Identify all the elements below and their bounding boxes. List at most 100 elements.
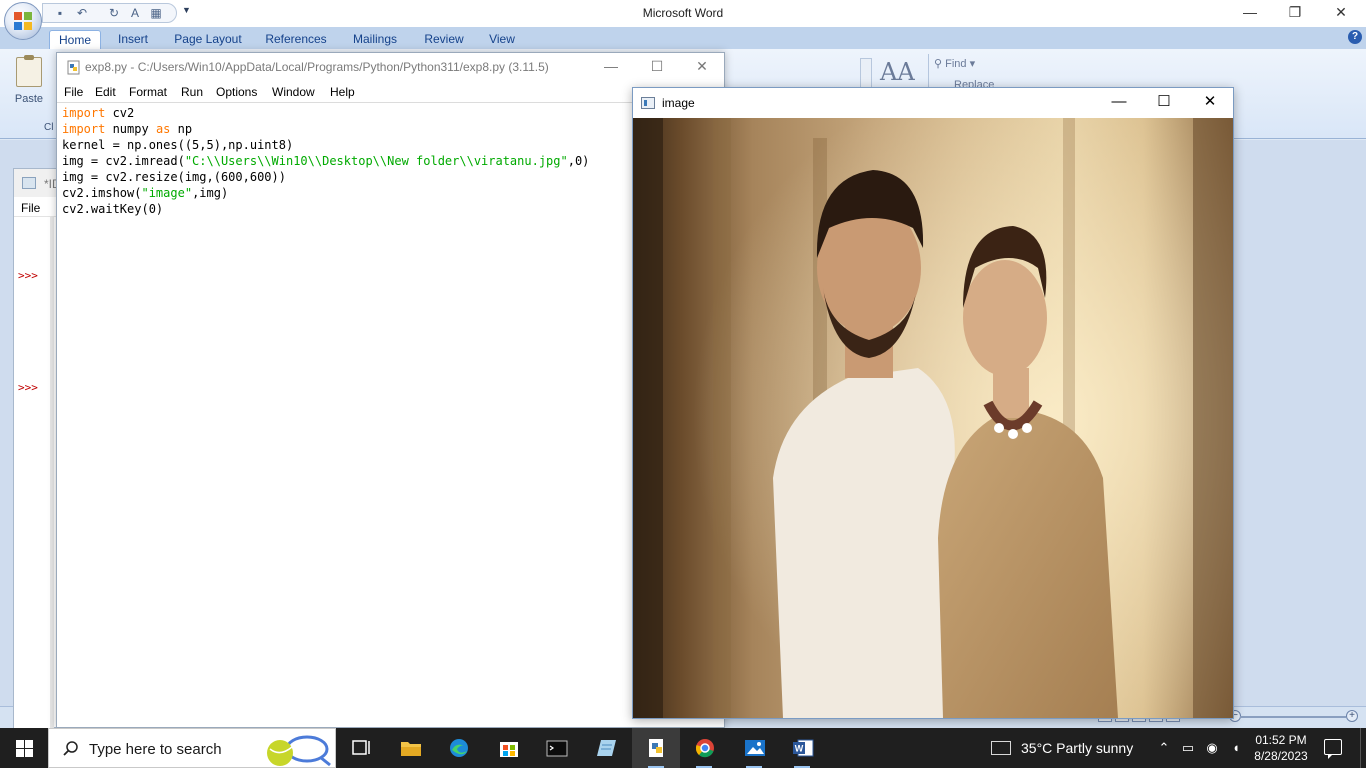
editor-maximize-button[interactable]: ☐	[634, 53, 680, 81]
paste-button[interactable]: Paste	[8, 55, 50, 115]
code-text: img = cv2.resize(img,(600,600))	[62, 170, 286, 184]
terminal-icon	[546, 740, 568, 757]
code-text: ,0)	[567, 154, 590, 168]
word-icon: W	[793, 739, 814, 757]
store-icon	[500, 742, 518, 757]
clock-time: 01:52 PM	[1255, 733, 1307, 747]
help-icon[interactable]: ?	[1348, 30, 1362, 44]
taskbar-edge[interactable]	[434, 728, 482, 768]
start-button[interactable]	[0, 728, 48, 768]
image-minimize-button[interactable]: —	[1096, 88, 1142, 118]
word-title-bar: ▪ ↶ ↻ A ▦ ▼ Microsoft Word — ❐ ✕	[0, 0, 1366, 27]
menu-help[interactable]: Help	[330, 85, 355, 99]
tab-mailings[interactable]: Mailings	[344, 30, 406, 49]
python-file-icon	[67, 60, 80, 75]
code-text: kernel = np.ones((5,5),np.uint8)	[62, 138, 294, 152]
code-line: import cv2	[62, 105, 722, 121]
code-text: cv2.waitKey(0)	[62, 202, 164, 216]
shell-menu-file[interactable]: File	[21, 201, 40, 215]
code-text: cv2.imshow(	[62, 186, 142, 200]
zoom-in-button[interactable]: +	[1346, 710, 1358, 722]
image-window-title: image	[662, 96, 695, 110]
taskbar-store[interactable]	[484, 728, 532, 768]
tab-page-layout[interactable]: Page Layout	[168, 30, 248, 49]
edge-icon	[450, 739, 468, 757]
photo-illustration	[633, 118, 1233, 718]
code-line: img = cv2.imread("C:\\Users\\Win10\\Desk…	[62, 153, 722, 169]
taskbar-notepad[interactable]	[582, 728, 630, 768]
taskbar-file-explorer[interactable]	[386, 728, 434, 768]
menu-run[interactable]: Run	[181, 85, 203, 99]
office-button[interactable]	[4, 2, 42, 40]
editor-title-bar: exp8.py - C:/Users/Win10/AppData/Local/P…	[57, 53, 724, 81]
code-line: cv2.waitKey(0)	[62, 201, 722, 217]
search-highlight-icon	[267, 735, 331, 767]
search-icon	[63, 741, 78, 756]
find-label: Find	[945, 58, 967, 70]
tab-references[interactable]: References	[258, 30, 334, 49]
code-keyword: as	[155, 122, 171, 136]
code-text: numpy	[105, 122, 156, 136]
code-text: cv2	[105, 106, 135, 120]
menu-format[interactable]: Format	[129, 85, 167, 99]
image-close-button[interactable]: ✕	[1187, 88, 1233, 118]
tab-review[interactable]: Review	[418, 30, 470, 49]
editor-menu-bar: File Edit Format Run Options Window Help	[57, 81, 724, 103]
weather-widget[interactable]: 35°C Partly sunny	[988, 728, 1138, 768]
weather-text: 35°C Partly sunny	[1021, 740, 1134, 756]
notepad-icon	[597, 740, 616, 756]
show-desktop-button[interactable]	[1360, 728, 1366, 768]
taskbar-word[interactable]: W	[778, 728, 826, 768]
image-window-title-bar: image — ☐ ✕	[633, 88, 1233, 118]
battery-icon[interactable]: ▭	[1180, 740, 1196, 756]
editor-close-button[interactable]: ✕	[679, 53, 725, 81]
network-icon[interactable]: ◉	[1204, 740, 1220, 756]
menu-options[interactable]: Options	[216, 85, 257, 99]
task-view-icon	[352, 740, 370, 755]
code-editor[interactable]: import cv2 import numpy as np kernel = np.…	[62, 105, 722, 725]
taskbar-task-view[interactable]	[336, 728, 384, 768]
tab-view[interactable]: View	[480, 30, 524, 49]
word-title: Microsoft Word	[642, 6, 724, 20]
find-button[interactable]: ⚲ Find ▾	[934, 57, 975, 70]
code-keyword: import	[62, 122, 106, 136]
python-idle-icon	[649, 739, 663, 757]
taskbar-chrome[interactable]	[680, 728, 728, 768]
zoom-slider[interactable]	[1240, 716, 1346, 718]
svg-text:W: W	[795, 744, 804, 754]
notification-icon[interactable]	[1324, 739, 1342, 759]
clipboard-group-label: Cl	[44, 122, 54, 133]
tab-home[interactable]: Home	[49, 30, 101, 49]
word-restore-button[interactable]: ❐	[1272, 0, 1318, 27]
menu-window[interactable]: Window	[272, 85, 315, 99]
weather-icon	[991, 741, 1011, 755]
chevron-down-icon: ▾	[969, 58, 976, 70]
editor-minimize-button[interactable]: —	[588, 53, 634, 81]
office-logo-icon	[14, 12, 32, 30]
tab-insert[interactable]: Insert	[108, 30, 158, 49]
shell-text-edge	[50, 217, 54, 729]
code-line: img = cv2.resize(img,(600,600))	[62, 169, 722, 185]
editor-window[interactable]: exp8.py - C:/Users/Win10/AppData/Local/P…	[56, 52, 725, 728]
volume-icon[interactable]: ◖	[1228, 740, 1244, 756]
code-line: cv2.imshow("image",img)	[62, 185, 722, 201]
ribbon-tabs: Home Insert Page Layout References Maili…	[0, 27, 1366, 49]
taskbar-python-idle[interactable]	[632, 728, 680, 768]
image-window[interactable]: image — ☐ ✕	[632, 87, 1234, 719]
code-text: img = cv2.imread(	[62, 154, 185, 168]
word-minimize-button[interactable]: —	[1227, 0, 1273, 27]
taskbar-photos[interactable]	[730, 728, 778, 768]
editor-title: exp8.py - C:/Users/Win10/AppData/Local/P…	[85, 60, 549, 74]
shell-prompt: >>>	[18, 269, 38, 282]
chevron-up-icon[interactable]: ⌃	[1156, 740, 1172, 756]
python-icon	[22, 177, 36, 189]
system-clock[interactable]: 01:52 PM 8/28/2023	[1250, 732, 1312, 764]
menu-file[interactable]: File	[64, 85, 83, 99]
grow-font-icon[interactable]: AA	[880, 58, 915, 86]
word-close-button[interactable]: ✕	[1318, 0, 1364, 27]
code-text: np	[170, 122, 193, 136]
menu-edit[interactable]: Edit	[95, 85, 116, 99]
ribbon-scrollbar[interactable]	[860, 58, 872, 88]
taskbar-terminal[interactable]	[532, 728, 580, 768]
image-maximize-button[interactable]: ☐	[1141, 88, 1187, 118]
